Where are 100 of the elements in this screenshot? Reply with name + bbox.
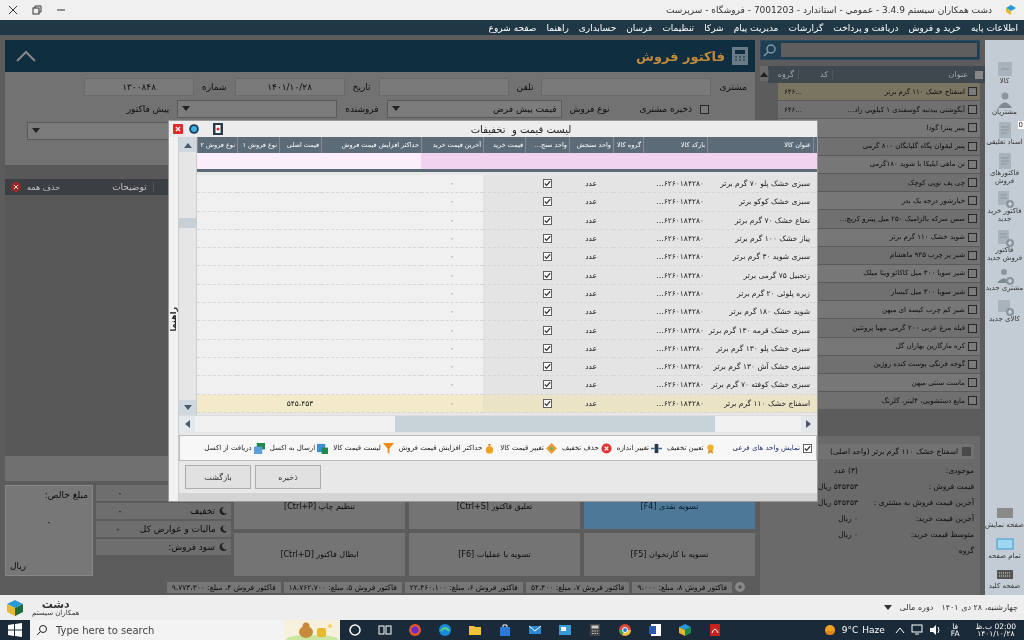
delete-all-link[interactable]: حذف همه	[27, 182, 61, 192]
action-tile[interactable]: تسویه با کارتخوان [F5]	[584, 532, 755, 576]
column-header: کد	[798, 70, 832, 79]
checkbox[interactable]	[968, 196, 977, 206]
menu-item[interactable]: حسابداری	[578, 22, 617, 33]
checkbox[interactable]	[968, 359, 977, 369]
checkbox[interactable]	[968, 323, 977, 333]
checkbox[interactable]	[542, 380, 552, 390]
app-logo-icon[interactable]	[678, 623, 692, 637]
menu-item[interactable]: تنظیمات	[662, 22, 695, 33]
checkbox[interactable]	[542, 197, 552, 207]
down-arrow-icon[interactable]	[883, 604, 892, 611]
remove-icon	[600, 442, 612, 454]
calculator-icon[interactable]	[588, 623, 602, 637]
temperature-text: 9°C	[841, 625, 859, 635]
checkbox[interactable]	[968, 214, 977, 224]
checkbox[interactable]	[968, 87, 977, 97]
checkbox[interactable]	[542, 215, 552, 225]
sale-type-dropdown[interactable]: قیمت پیش فرض	[386, 100, 562, 118]
checkbox[interactable]	[968, 287, 977, 297]
checkbox[interactable]	[968, 159, 977, 169]
vertical-scrollbar[interactable]	[179, 137, 197, 415]
checkbox[interactable]	[700, 104, 709, 114]
horizontal-scrollbar[interactable]	[179, 415, 817, 432]
left-arrow-icon[interactable]	[184, 420, 190, 428]
edge-icon[interactable]	[438, 623, 452, 637]
folder-icon[interactable]	[468, 623, 482, 637]
checkbox[interactable]	[968, 396, 977, 406]
checkbox[interactable]	[542, 234, 552, 244]
checkbox[interactable]	[542, 288, 552, 298]
table-cell	[197, 284, 237, 304]
action-tile[interactable]: تسویه با عملیات [F6]	[409, 532, 580, 576]
checkbox[interactable]	[968, 250, 977, 260]
checkbox[interactable]	[968, 105, 977, 115]
fiscal-period-dropdown[interactable]: دوره مالی	[899, 603, 934, 612]
scroll-up-button[interactable]	[760, 66, 768, 81]
menu-item[interactable]: راهنما	[546, 22, 569, 33]
cortana-icon[interactable]	[348, 623, 362, 637]
checkbox[interactable]	[968, 123, 977, 133]
collapse-icon[interactable]	[15, 49, 37, 63]
search-field[interactable]	[781, 43, 977, 57]
menu-item[interactable]: شرکا	[704, 22, 724, 33]
right-arrow-icon[interactable]	[806, 420, 812, 428]
checkbox[interactable]	[542, 362, 552, 372]
checkbox[interactable]	[542, 270, 552, 280]
product-icon	[995, 60, 1014, 78]
store-icon[interactable]	[498, 623, 512, 637]
checkbox[interactable]	[542, 343, 552, 353]
field-value: ۱۳۰۰۸۴۸	[84, 78, 195, 96]
help-side-tab[interactable]: راهنما	[169, 137, 179, 501]
help-icon[interactable]	[189, 124, 199, 134]
windows-start-icon[interactable]	[8, 623, 22, 637]
app-icon[interactable]	[558, 623, 572, 637]
filter-cell[interactable]	[321, 153, 421, 172]
delete-icon[interactable]	[11, 182, 21, 192]
save-button[interactable]: ذخیره	[255, 465, 321, 489]
task-view-icon[interactable]	[378, 623, 392, 637]
checkbox[interactable]	[542, 307, 552, 317]
menu-item[interactable]: صفحه شروع	[488, 22, 537, 33]
pdf-icon[interactable]	[708, 623, 722, 637]
checkbox[interactable]	[968, 305, 977, 315]
restore-icon[interactable]	[32, 5, 42, 15]
network-icon[interactable]	[910, 624, 925, 636]
filter-cell[interactable]	[421, 153, 483, 172]
down-arrow-icon[interactable]	[183, 404, 192, 411]
checkbox[interactable]	[803, 443, 812, 453]
mail-icon[interactable]	[528, 623, 542, 637]
menu-item[interactable]: مدیریت پیام	[733, 22, 779, 33]
volume-icon[interactable]	[928, 624, 943, 636]
action-tile[interactable]: ابطال فاکتور [Ctrl+D]	[234, 532, 405, 576]
taskbar-search-field[interactable]: Type here to search	[30, 620, 340, 640]
menu-item[interactable]: فرسان	[626, 22, 653, 33]
checkbox[interactable]	[968, 178, 977, 188]
checkbox[interactable]	[968, 141, 977, 151]
table-cell	[197, 339, 237, 358]
scroll-thumb[interactable]	[179, 218, 196, 228]
film-icon[interactable]	[213, 123, 223, 135]
up-arrow-icon[interactable]	[760, 70, 768, 77]
menu-item[interactable]: اطلاعات پایه	[970, 22, 1018, 33]
menu-item[interactable]: خرید و فروش	[908, 22, 961, 33]
checkbox[interactable]	[542, 325, 552, 335]
checkbox[interactable]	[968, 341, 977, 351]
menu-item[interactable]: دریافت و پرداخت	[833, 22, 899, 33]
checkbox[interactable]	[968, 378, 977, 388]
chevron-up-icon[interactable]	[894, 626, 905, 634]
filter-cell[interactable]	[197, 153, 237, 172]
checkbox[interactable]	[968, 268, 977, 278]
moon-icon	[219, 543, 227, 551]
checkbox[interactable]	[542, 179, 552, 189]
checkbox[interactable]	[542, 398, 552, 408]
checkbox[interactable]	[968, 232, 977, 242]
checkbox[interactable]	[542, 252, 552, 262]
menu-item[interactable]: گزارشات	[788, 22, 824, 33]
back-button[interactable]: بازگشت	[185, 465, 251, 489]
word-icon[interactable]	[648, 623, 662, 637]
firefox-icon[interactable]	[408, 623, 422, 637]
search-icon[interactable]	[761, 41, 779, 59]
chrome-icon[interactable]	[618, 623, 632, 637]
up-arrow-icon[interactable]	[183, 141, 192, 148]
close-icon[interactable]	[8, 5, 18, 15]
